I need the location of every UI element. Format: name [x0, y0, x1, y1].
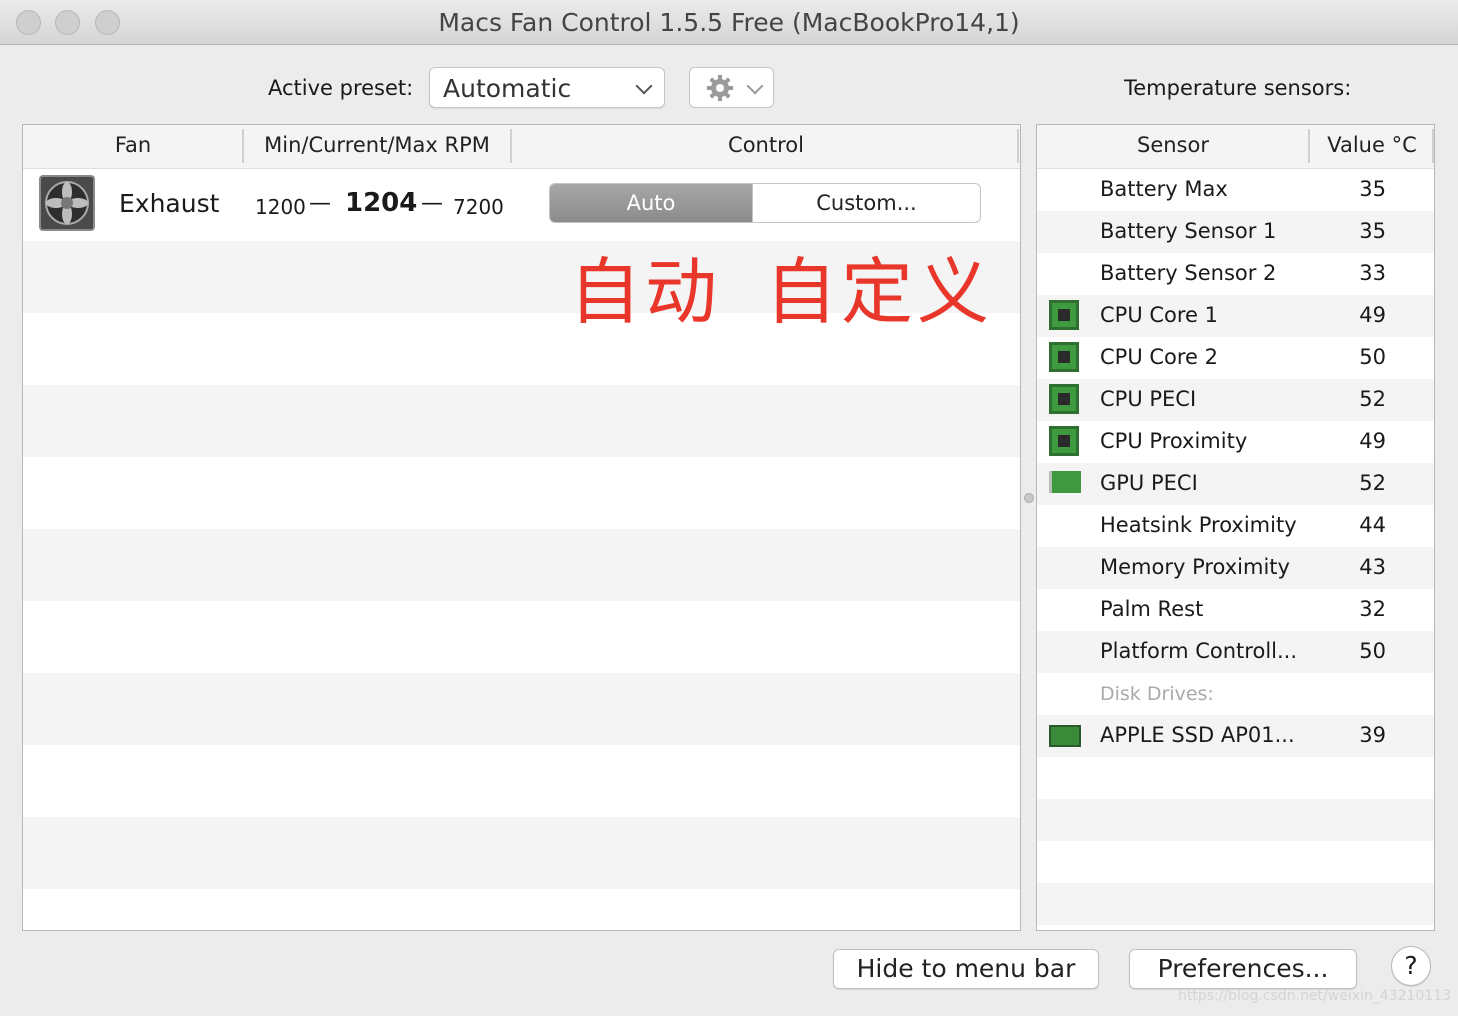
active-preset-select[interactable]: Automatic: [429, 67, 665, 108]
sensor-value: 32: [1359, 597, 1386, 621]
table-row: [23, 385, 1020, 457]
sensor-name: Heatsink Proximity: [1100, 513, 1297, 537]
sensor-name: CPU Core 1: [1100, 303, 1219, 327]
rpm-current: 1204: [345, 188, 418, 218]
sensor-name: Battery Max: [1100, 177, 1228, 201]
table-row: [23, 817, 1020, 889]
auto-control-button[interactable]: Auto: [550, 184, 752, 222]
sensor-row[interactable]: CPU Proximity 49: [1037, 421, 1434, 463]
temperature-sensors-label: Temperature sensors:: [1124, 76, 1352, 100]
sensor-name: Battery Sensor 2: [1100, 261, 1277, 285]
annotation-auto: 自动: [569, 250, 722, 334]
sensor-name: Platform Controll...: [1100, 639, 1298, 663]
gear-menu-button[interactable]: [689, 67, 774, 108]
disk-drives-section: Disk Drives:: [1037, 673, 1434, 715]
sensor-name: CPU Proximity: [1100, 429, 1248, 453]
fan-table: Fan Min/Current/Max RPM Control Exhaust …: [22, 124, 1021, 931]
hide-to-menu-bar-button[interactable]: Hide to menu bar: [833, 949, 1099, 989]
sensor-name: Palm Rest: [1100, 597, 1204, 621]
cpu-chip-icon: [1049, 426, 1079, 456]
sensor-row[interactable]: Platform Controll... 50: [1037, 631, 1434, 673]
disk-drives-label: Disk Drives:: [1100, 683, 1214, 705]
title-bar: Macs Fan Control 1.5.5 Free (MacBookPro1…: [0, 0, 1458, 45]
chevron-down-icon: [746, 77, 764, 95]
sensor-name: CPU Core 2: [1100, 345, 1219, 369]
sensor-value: 49: [1359, 429, 1386, 453]
fan-table-header: Fan Min/Current/Max RPM Control: [23, 125, 1020, 169]
table-row: [23, 673, 1020, 745]
fan-control-segmented: Auto Custom...: [549, 183, 981, 223]
table-row: [1037, 841, 1434, 883]
sensor-row[interactable]: APPLE SSD AP01... 39: [1037, 715, 1434, 757]
sensor-value: 44: [1359, 513, 1386, 537]
sensor-value: 33: [1359, 261, 1386, 285]
column-separator[interactable]: [1432, 129, 1434, 163]
split-view-divider[interactable]: [1024, 493, 1034, 503]
table-row: [1037, 799, 1434, 841]
gear-icon: [707, 75, 733, 101]
cpu-chip-icon: [1049, 384, 1079, 414]
sensor-row[interactable]: Palm Rest 32: [1037, 589, 1434, 631]
table-row: [1037, 757, 1434, 799]
sensor-row[interactable]: Battery Sensor 1 35: [1037, 211, 1434, 253]
column-separator[interactable]: [1017, 129, 1019, 163]
column-header-control[interactable]: Control: [512, 133, 1020, 157]
table-row: [23, 529, 1020, 601]
sensor-row[interactable]: CPU Core 2 50: [1037, 337, 1434, 379]
sensor-value: 49: [1359, 303, 1386, 327]
sensor-value: 50: [1359, 639, 1386, 663]
watermark: https://blog.csdn.net/weixin_43210113: [1178, 988, 1452, 1004]
sensor-row[interactable]: Battery Max 35: [1037, 169, 1434, 211]
sensor-name: GPU PECI: [1100, 471, 1198, 495]
preferences-button[interactable]: Preferences...: [1129, 949, 1357, 989]
sensor-row[interactable]: Memory Proximity 43: [1037, 547, 1434, 589]
custom-control-button[interactable]: Custom...: [752, 184, 980, 222]
active-preset-value: Automatic: [443, 74, 572, 103]
column-header-fan[interactable]: Fan: [23, 133, 243, 157]
rpm-max: 7200: [453, 195, 504, 219]
sensor-table: Sensor Value °C Battery Max 35 Battery S…: [1036, 124, 1435, 931]
rpm-separator: —: [309, 191, 331, 216]
sensor-row[interactable]: CPU PECI 52: [1037, 379, 1434, 421]
column-header-value[interactable]: Value °C: [1310, 133, 1434, 157]
ssd-icon: [1049, 725, 1081, 747]
fan-icon: [39, 175, 95, 231]
table-row: [1037, 883, 1434, 925]
active-preset-label: Active preset:: [268, 76, 414, 100]
cpu-chip-icon: [1049, 342, 1079, 372]
column-header-rpm[interactable]: Min/Current/Max RPM: [244, 133, 510, 157]
sensor-row[interactable]: Battery Sensor 2 33: [1037, 253, 1434, 295]
sensor-name: CPU PECI: [1100, 387, 1197, 411]
rpm-min: 1200: [255, 195, 306, 219]
help-button[interactable]: ?: [1391, 946, 1431, 986]
sensor-value: 52: [1359, 387, 1386, 411]
sensor-value: 35: [1359, 177, 1386, 201]
sensor-name: Memory Proximity: [1100, 555, 1290, 579]
sensor-value: 43: [1359, 555, 1386, 579]
sensor-name: Battery Sensor 1: [1100, 219, 1277, 243]
cpu-chip-icon: [1049, 300, 1079, 330]
sensor-row[interactable]: Heatsink Proximity 44: [1037, 505, 1434, 547]
sensor-row[interactable]: GPU PECI 52: [1037, 463, 1434, 505]
sensor-name: APPLE SSD AP01...: [1100, 723, 1295, 747]
fan-name: Exhaust: [119, 189, 220, 218]
sensor-value: 52: [1359, 471, 1386, 495]
rpm-separator: —: [421, 191, 443, 216]
annotation-custom: 自定义: [765, 250, 994, 334]
sensor-table-header: Sensor Value °C: [1037, 125, 1434, 169]
window-title: Macs Fan Control 1.5.5 Free (MacBookPro1…: [438, 8, 1020, 37]
column-header-sensor[interactable]: Sensor: [1037, 133, 1309, 157]
sensor-value: 50: [1359, 345, 1386, 369]
sensor-value: 39: [1359, 723, 1386, 747]
sensor-row[interactable]: CPU Core 1 49: [1037, 295, 1434, 337]
chevron-down-icon: [635, 77, 653, 95]
gpu-card-icon: [1049, 471, 1081, 493]
sensor-value: 35: [1359, 219, 1386, 243]
